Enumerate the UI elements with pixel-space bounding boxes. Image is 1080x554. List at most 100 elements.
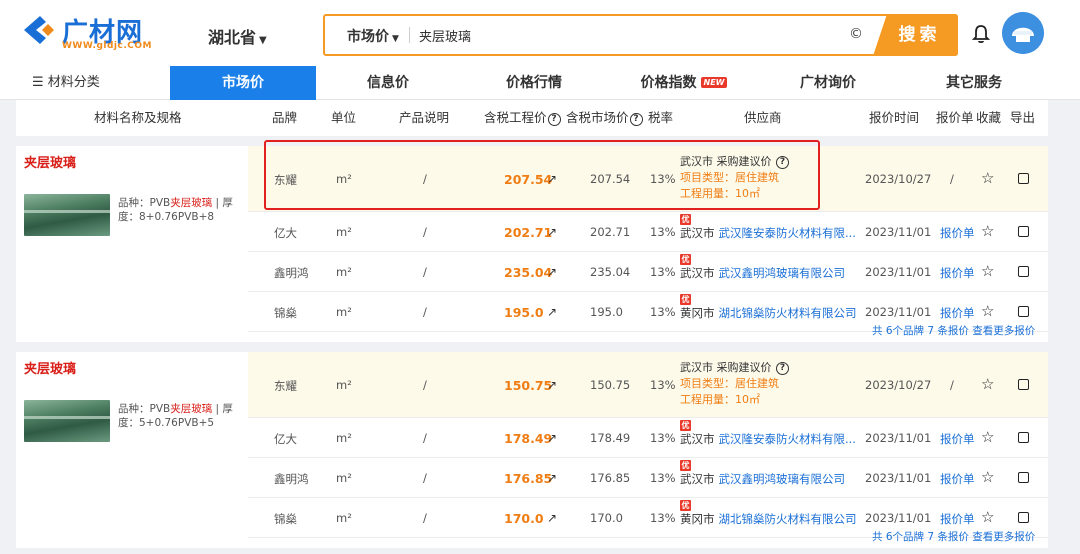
export-checkbox[interactable]	[1018, 306, 1029, 317]
quote-cell: /	[950, 378, 954, 392]
project-type: 项目类型：居住建筑	[680, 377, 779, 390]
table-row: 鑫明鸿 m²/176.85 ↗ 176.85 13% 优武汉市 武汉鑫明鸿玻璃有限公司 202…	[248, 458, 1048, 498]
unit-cell: m²	[336, 172, 352, 186]
desc-cell: /	[423, 511, 427, 525]
trend-icon[interactable]: ↗	[547, 172, 557, 186]
trend-icon[interactable]: ↗	[547, 265, 557, 279]
date-cell: 2023/11/01	[865, 265, 932, 279]
help-icon[interactable]: ?	[776, 156, 789, 169]
table-row: 亿大 m²/178.49 ↗ 178.49 13% 优武汉市 武汉隆安泰防火材料有限... 2…	[248, 418, 1048, 458]
supplier-link[interactable]: 湖北锦燊防火材料有限公司	[719, 306, 857, 320]
supplier-link[interactable]: 武汉鑫明鸿玻璃有限公司	[719, 266, 846, 280]
export-checkbox[interactable]	[1018, 379, 1029, 390]
supplier-city: 武汉市	[680, 432, 715, 446]
search-bar: 市场价▼ © 搜索	[323, 14, 958, 56]
export-checkbox[interactable]	[1018, 512, 1029, 523]
tax-rate-cell: 13%	[650, 511, 676, 525]
quote-link[interactable]: 报价单	[940, 305, 975, 321]
help-icon[interactable]: ?	[547, 113, 561, 126]
category-menu[interactable]: ☰ 材料分类	[32, 66, 100, 100]
export-checkbox[interactable]	[1018, 173, 1029, 184]
trend-icon[interactable]: ↗	[547, 431, 557, 445]
export-checkbox[interactable]	[1018, 472, 1029, 483]
desc-cell: /	[423, 471, 427, 485]
tab-market-price[interactable]: 市场价	[170, 66, 316, 100]
tab-other-services[interactable]: 其它服务	[924, 66, 1024, 100]
avatar[interactable]	[1002, 12, 1044, 54]
export-checkbox[interactable]	[1018, 432, 1029, 443]
supplier-name: 采购建议价	[716, 361, 772, 374]
logo[interactable]: 广材网 WWW.gldjc.COM	[22, 12, 152, 56]
star-icon[interactable]: ☆	[981, 169, 994, 187]
supplier-link[interactable]: 武汉隆安泰防火材料有限...	[719, 226, 856, 240]
supplier-link[interactable]: 湖北锦燊防火材料有限公司	[719, 512, 857, 526]
table-row: 东耀 m²/207.54 ↗ 207.54 13% 武汉市 采购建议价 ? 项目类型：居住建…	[248, 146, 1048, 212]
quote-link[interactable]: 报价单	[940, 265, 975, 281]
tab-price-trend[interactable]: 价格行情	[484, 66, 584, 100]
premium-badge: 优	[680, 294, 691, 305]
quote-link[interactable]: 报价单	[940, 511, 975, 527]
header-tax-price[interactable]: 含税工程价?	[484, 100, 561, 136]
trend-icon[interactable]: ↗	[547, 225, 557, 239]
user-avatar-icon	[1002, 12, 1044, 54]
trend-icon[interactable]: ↗	[547, 378, 557, 392]
brand-cell: 鑫明鸿	[274, 472, 309, 486]
star-icon[interactable]: ☆	[981, 375, 994, 393]
premium-badge: 优	[680, 214, 691, 225]
unit-cell: m²	[336, 305, 352, 319]
more-quotes-link[interactable]: 共 6个品牌 7 条报价 查看更多报价	[872, 323, 1035, 338]
project-usage: 工程用量：10㎡	[680, 187, 760, 200]
market-price-cell: 176.85	[590, 471, 631, 485]
market-price-cell: 170.0	[590, 511, 623, 525]
help-icon[interactable]: ?	[629, 113, 643, 126]
tax-rate-cell: 13%	[650, 471, 676, 485]
supplier-link[interactable]: 武汉鑫明鸿玻璃有限公司	[719, 472, 846, 486]
tab-price-index[interactable]: 价格指数 NEW	[624, 66, 744, 100]
quote-link[interactable]: 报价单	[940, 431, 975, 447]
material-image[interactable]	[24, 194, 110, 236]
more-quotes-link[interactable]: 共 6个品牌 7 条报价 查看更多报价	[872, 529, 1035, 544]
clear-icon[interactable]: ©	[849, 26, 863, 42]
star-icon[interactable]: ☆	[981, 302, 994, 320]
header-quote: 报价单	[936, 110, 974, 125]
tax-rate-cell: 13%	[650, 265, 676, 279]
tab-info-price[interactable]: 信息价	[340, 66, 436, 100]
header-fav: 收藏	[976, 110, 1002, 125]
search-type-dropdown[interactable]: 市场价 ▼	[347, 26, 399, 46]
supplier-link[interactable]: 武汉隆安泰防火材料有限...	[719, 432, 856, 446]
supplier-cell: 优武汉市 武汉隆安泰防火材料有限...	[680, 420, 856, 447]
quote-link[interactable]: 报价单	[940, 471, 975, 487]
material-group: 夹层玻璃 品种：PVB夹层玻璃 | 厚度：5+0.76PVB+5 东耀 m² / 150.…	[16, 352, 1048, 548]
top-bar: 广材网 WWW.gldjc.COM 湖北省▼ 市场价▼ © 搜索	[0, 0, 1080, 66]
table-row: 鑫明鸿 m²/235.04 ↗ 235.04 13% 优武汉市 武汉鑫明鸿玻璃有限公司 202…	[248, 252, 1048, 292]
star-icon[interactable]: ☆	[981, 468, 994, 486]
material-title[interactable]: 夹层玻璃	[24, 152, 76, 171]
trend-icon[interactable]: ↗	[547, 471, 557, 485]
menu-icon: ☰	[32, 75, 48, 90]
quote-link[interactable]: 报价单	[940, 225, 975, 241]
quote-cell: /	[950, 172, 954, 186]
tab-label: 广材询价	[800, 75, 856, 91]
header-tax-price-label: 含税工程价	[484, 110, 547, 125]
header-tax: 税率	[648, 110, 674, 125]
province-selector[interactable]: 湖北省 ▼	[208, 24, 267, 48]
bell-icon[interactable]	[972, 24, 990, 44]
star-icon[interactable]: ☆	[981, 262, 994, 280]
tab-inquiry[interactable]: 广材询价	[778, 66, 878, 100]
export-checkbox[interactable]	[1018, 226, 1029, 237]
premium-badge: 优	[680, 460, 691, 471]
star-icon[interactable]: ☆	[981, 508, 994, 526]
help-icon[interactable]: ?	[776, 362, 789, 375]
header-market-price[interactable]: 含税市场价?	[566, 100, 643, 136]
search-button[interactable]: 搜索	[873, 14, 958, 56]
search-input[interactable]	[419, 21, 839, 49]
star-icon[interactable]: ☆	[981, 428, 994, 446]
star-icon[interactable]: ☆	[981, 222, 994, 240]
material-title[interactable]: 夹层玻璃	[24, 358, 76, 377]
material-image[interactable]	[24, 400, 110, 442]
tax-price-cell: 176.85	[504, 471, 553, 486]
trend-icon[interactable]: ↗	[547, 305, 557, 319]
spec-prefix: 品种：PVB	[118, 197, 171, 209]
export-checkbox[interactable]	[1018, 266, 1029, 277]
trend-icon[interactable]: ↗	[547, 511, 557, 525]
